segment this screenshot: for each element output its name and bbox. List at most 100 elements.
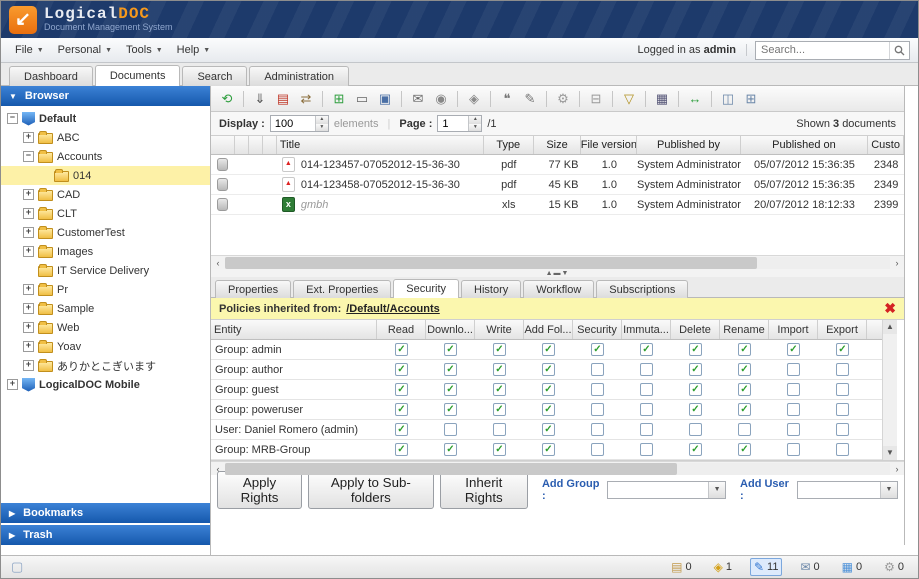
column-header-add-fol[interactable]: Add Fol... (524, 320, 573, 339)
expand-icon[interactable]: + (23, 284, 34, 295)
security-vscrollbar[interactable]: ▲ ▼ (882, 320, 897, 460)
search-icon[interactable] (889, 42, 909, 59)
apply-subfolders-button[interactable]: Apply to Sub-folders (308, 471, 434, 509)
tree-item-sample[interactable]: +Sample (1, 299, 210, 318)
scroll-down-icon[interactable]: ▼ (883, 446, 897, 460)
expand-icon[interactable]: + (23, 246, 34, 257)
checked-checkbox-downlo[interactable]: ✓ (444, 383, 457, 396)
column-header-downlo[interactable]: Downlo... (426, 320, 475, 339)
permission-row[interactable]: Group: guest✓✓✓✓✓✓ (211, 380, 882, 400)
scroll-up-icon[interactable]: ▲ (883, 320, 897, 334)
expand-icon[interactable]: + (7, 379, 18, 390)
documents-hscrollbar[interactable]: ‹ › (211, 255, 904, 269)
scroll-right-icon[interactable]: › (890, 464, 904, 474)
tree-item-default[interactable]: −Default (1, 109, 210, 128)
column-header-title[interactable]: Title (277, 136, 484, 154)
checked-checkbox-read[interactable]: ✓ (395, 343, 408, 356)
panel-splitter[interactable]: ▲▬▼ (211, 269, 904, 277)
checked-checkbox-read[interactable]: ✓ (395, 443, 408, 456)
inherit-rights-button[interactable]: Inherit Rights (440, 471, 528, 509)
unchecked-checkbox-export[interactable] (836, 443, 849, 456)
unchecked-checkbox-import[interactable] (787, 363, 800, 376)
unchecked-checkbox-security[interactable] (591, 443, 604, 456)
tab-administration[interactable]: Administration (249, 66, 349, 86)
convert-icon[interactable]: ⇄ (296, 89, 316, 109)
display-count-input[interactable] (271, 116, 315, 131)
checked-checkbox-downlo[interactable]: ✓ (444, 403, 457, 416)
fit-width-icon[interactable]: ↔ (685, 89, 705, 109)
checked-checkbox-add-fol[interactable]: ✓ (542, 343, 555, 356)
menu-file[interactable]: File▼ (9, 41, 52, 59)
refresh-icon[interactable]: ⟲ (217, 89, 237, 109)
export-pdf-icon[interactable]: ▤ (273, 89, 293, 109)
checked-checkbox-immuta[interactable]: ✓ (640, 343, 653, 356)
page-input[interactable] (438, 116, 468, 131)
checked-checkbox-read[interactable]: ✓ (395, 403, 408, 416)
checked-checkbox-downlo[interactable]: ✓ (444, 443, 457, 456)
unchecked-checkbox-immuta[interactable] (640, 443, 653, 456)
checked-checkbox-rename[interactable]: ✓ (738, 383, 751, 396)
column-header-delete[interactable]: Delete (671, 320, 720, 339)
settings-icon[interactable]: ⚙ (553, 89, 573, 109)
checked-checkbox-rename[interactable]: ✓ (738, 443, 751, 456)
column-header-size[interactable]: Size (534, 136, 582, 154)
tree-item-[interactable]: +ありかとこぎいます (1, 356, 210, 375)
checked-checkbox-delete[interactable]: ✓ (689, 443, 702, 456)
checked-checkbox-rename[interactable]: ✓ (738, 343, 751, 356)
unchecked-checkbox-import[interactable] (787, 423, 800, 436)
unchecked-checkbox-immuta[interactable] (640, 363, 653, 376)
unchecked-checkbox-delete[interactable] (689, 423, 702, 436)
bookmarks-section-header[interactable]: ▶Bookmarks (1, 503, 210, 523)
send-email-icon[interactable]: ✉ (408, 89, 428, 109)
document-row[interactable]: 014-123458-07052012-15-36-30pdf45 KB1.0S… (211, 175, 904, 195)
unchecked-checkbox-downlo[interactable] (444, 423, 457, 436)
tree-item-yoav[interactable]: +Yoav (1, 337, 210, 356)
tree-item-images[interactable]: +Images (1, 242, 210, 261)
expand-icon[interactable]: + (23, 208, 34, 219)
tab-properties[interactable]: Properties (215, 280, 291, 298)
unchecked-checkbox-export[interactable] (836, 383, 849, 396)
column-header-blank[interactable] (263, 136, 277, 154)
tree-item-web[interactable]: +Web (1, 318, 210, 337)
tab-security[interactable]: Security (393, 279, 459, 298)
checked-checkbox-delete[interactable]: ✓ (689, 343, 702, 356)
column-header-blank[interactable] (249, 136, 263, 154)
column-header-custo[interactable]: Custo (868, 136, 904, 154)
menu-help[interactable]: Help▼ (171, 41, 219, 59)
column-header-rename[interactable]: Rename (720, 320, 769, 339)
expand-icon[interactable]: + (23, 189, 34, 200)
column-header-export[interactable]: Export (818, 320, 867, 339)
tree-item-logicaldoc-mobile[interactable]: +LogicalDOC Mobile (1, 375, 210, 394)
expand-icon[interactable]: + (23, 341, 34, 352)
permission-row[interactable]: Group: author✓✓✓✓✓✓ (211, 360, 882, 380)
unchecked-checkbox-security[interactable] (591, 423, 604, 436)
unchecked-checkbox-export[interactable] (836, 423, 849, 436)
checked-checkbox-downlo[interactable]: ✓ (444, 343, 457, 356)
rss-feed-icon[interactable]: ◉ (431, 89, 451, 109)
column-header-read[interactable]: Read (377, 320, 426, 339)
tree-item-014[interactable]: 014 (1, 166, 210, 185)
tab-search[interactable]: Search (182, 66, 247, 86)
tab-dashboard[interactable]: Dashboard (9, 66, 93, 86)
checked-checkbox-delete[interactable]: ✓ (689, 363, 702, 376)
checked-checkbox-security[interactable]: ✓ (591, 343, 604, 356)
unchecked-checkbox-import[interactable] (787, 443, 800, 456)
apply-rights-button[interactable]: Apply Rights (217, 471, 302, 509)
unchecked-checkbox-immuta[interactable] (640, 403, 653, 416)
checked-checkbox-add-fol[interactable]: ✓ (542, 403, 555, 416)
trash-section-header[interactable]: ▶Trash (1, 525, 210, 545)
tree-item-abc[interactable]: +ABC (1, 128, 210, 147)
checked-checkbox-add-fol[interactable]: ✓ (542, 383, 555, 396)
unchecked-checkbox-rename[interactable] (738, 423, 751, 436)
checked-checkbox-add-fol[interactable]: ✓ (542, 423, 555, 436)
unchecked-checkbox-security[interactable] (591, 383, 604, 396)
scroll-left-icon[interactable]: ‹ (211, 258, 225, 268)
security-hscrollbar[interactable]: ‹ › (211, 461, 904, 475)
column-header-import[interactable]: Import (769, 320, 818, 339)
add-user-input[interactable] (798, 482, 880, 498)
checked-checkbox-delete[interactable]: ✓ (689, 383, 702, 396)
column-header-published-on[interactable]: Published on (741, 136, 868, 154)
checked-checkbox-read[interactable]: ✓ (395, 383, 408, 396)
toggle-panel-icon[interactable]: ◫ (718, 89, 738, 109)
status-tasks[interactable]: ⚙0 (880, 558, 908, 576)
